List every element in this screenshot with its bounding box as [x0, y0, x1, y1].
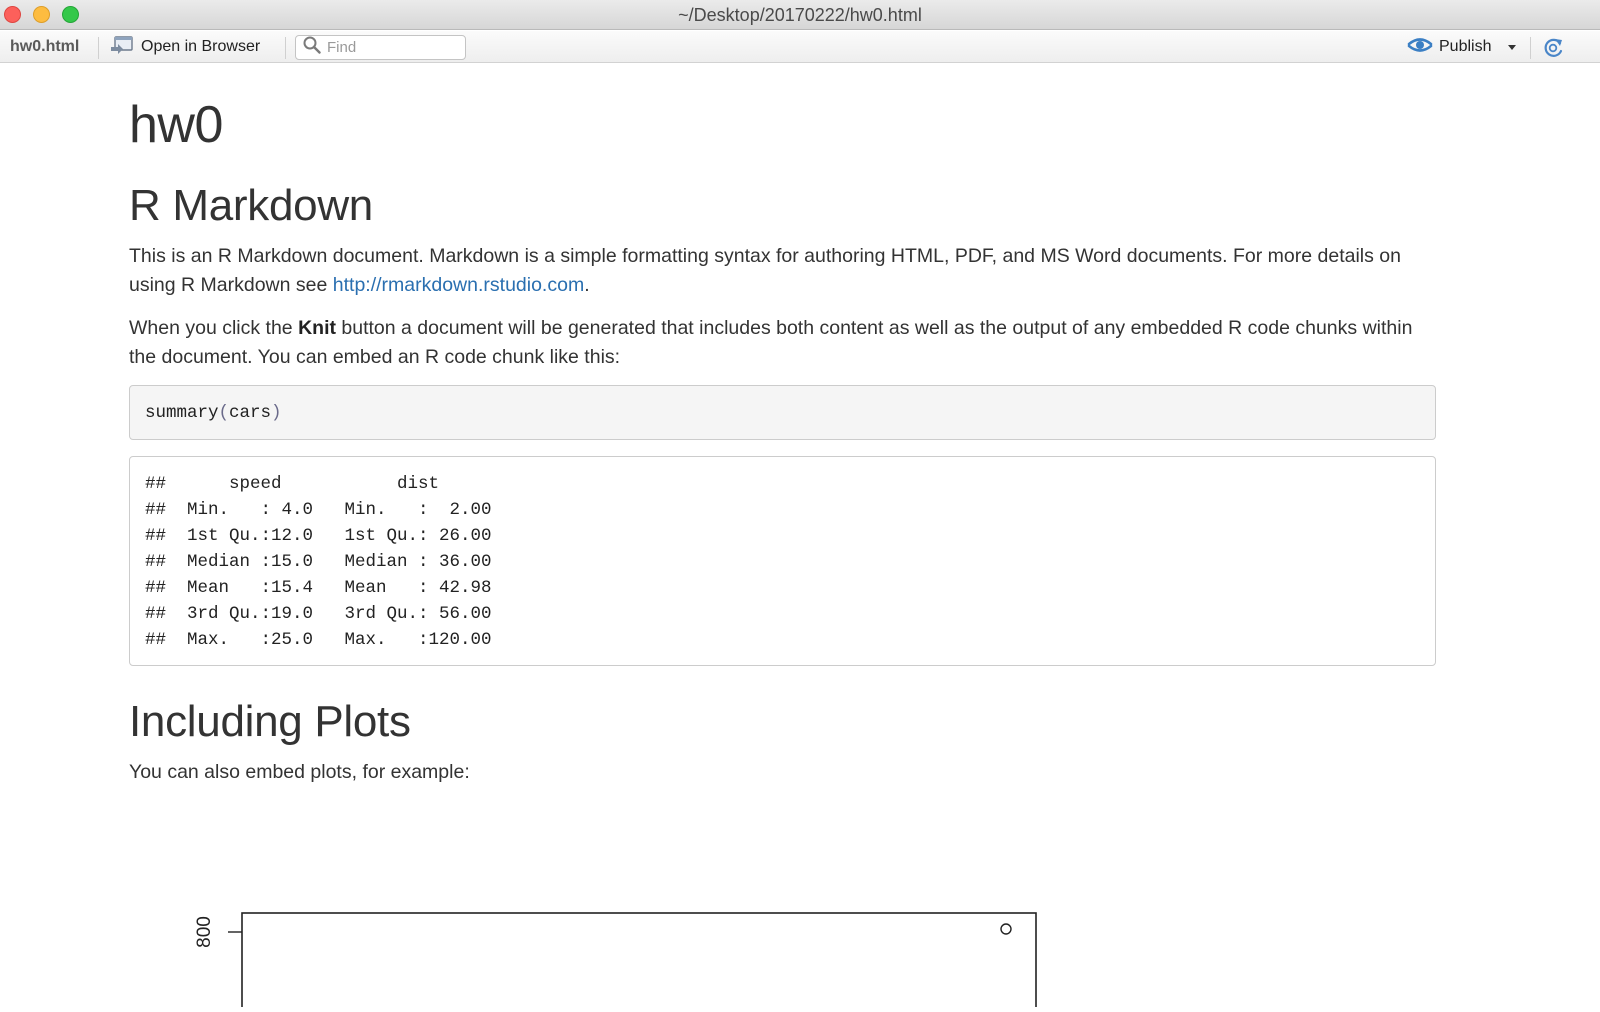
- embedded-plot: 800: [180, 905, 1060, 1012]
- output-line: ## Max. :25.0 Max. :120.00: [145, 630, 513, 650]
- code-line: summary(cars): [145, 403, 282, 423]
- window-title: ~/Desktop/20170222/hw0.html: [678, 5, 922, 25]
- output-line: ## speed dist: [145, 474, 513, 494]
- file-name-label: hw0.html: [10, 38, 80, 55]
- publish-icon: [1407, 35, 1433, 60]
- page-title: hw0: [129, 96, 223, 154]
- section-heading-r-markdown: R Markdown: [129, 181, 373, 230]
- section-heading-including-plots: Including Plots: [129, 697, 411, 746]
- find-input[interactable]: [327, 39, 457, 56]
- plot-canvas: 800: [194, 912, 1037, 1012]
- knit-bold: Knit: [298, 317, 336, 339]
- code-output[interactable]: ## speed dist ## Min. : 4.0 Min. : 2.00 …: [129, 456, 1436, 666]
- code-chunk[interactable]: summary(cars): [129, 385, 1436, 440]
- toolbar-separator: [285, 37, 286, 59]
- refresh-button[interactable]: [1541, 37, 1565, 64]
- code-paren-open: (: [218, 403, 230, 423]
- intro-paragraph: This is an R Markdown document. Markdown…: [129, 242, 1436, 300]
- output-line: ## Median :15.0 Median : 36.00: [145, 552, 513, 572]
- refresh-icon: [1541, 38, 1565, 63]
- publish-button[interactable]: Publish: [1407, 35, 1517, 59]
- intro-text-end: .: [584, 274, 590, 296]
- plot-frame: [241, 912, 1037, 1012]
- find-field[interactable]: [295, 35, 466, 60]
- code-argument: cars: [229, 403, 272, 423]
- toolbar-separator: [98, 37, 99, 59]
- output-line: ## Mean :15.4 Mean : 42.98: [145, 578, 513, 598]
- plots-paragraph: You can also embed plots, for example:: [129, 761, 470, 783]
- rmarkdown-link[interactable]: http://rmarkdown.rstudio.com: [333, 274, 584, 296]
- output-line: ## 1st Qu.:12.0 1st Qu.: 26.00: [145, 526, 513, 546]
- chevron-down-icon[interactable]: [1507, 38, 1517, 56]
- toolbar-separator: [1530, 37, 1531, 59]
- window-titlebar: ~/Desktop/20170222/hw0.html: [0, 0, 1600, 30]
- output-line: ## 3rd Qu.:19.0 3rd Qu.: 56.00: [145, 604, 513, 624]
- knit-paragraph: When you click the Knit button a documen…: [129, 314, 1436, 372]
- viewer-toolbar: hw0.html Open in Browser Find Publish: [0, 31, 1600, 63]
- y-tick-label: 800: [194, 916, 215, 948]
- knit-text-start: When you click the: [129, 317, 299, 339]
- search-icon: [303, 36, 321, 59]
- intro-text: This is an R Markdown document. Markdown…: [129, 245, 1401, 296]
- open-in-browser-label: Open in Browser: [141, 38, 261, 55]
- data-point: [1000, 923, 1012, 935]
- output-line: ## Min. : 4.0 Min. : 2.00: [145, 500, 513, 520]
- code-function: summary: [145, 403, 219, 423]
- open-in-browser-button[interactable]: Open in Browser: [110, 35, 260, 59]
- open-in-browser-icon: [110, 35, 134, 60]
- publish-label: Publish: [1439, 38, 1492, 55]
- code-paren-close: ): [271, 403, 282, 423]
